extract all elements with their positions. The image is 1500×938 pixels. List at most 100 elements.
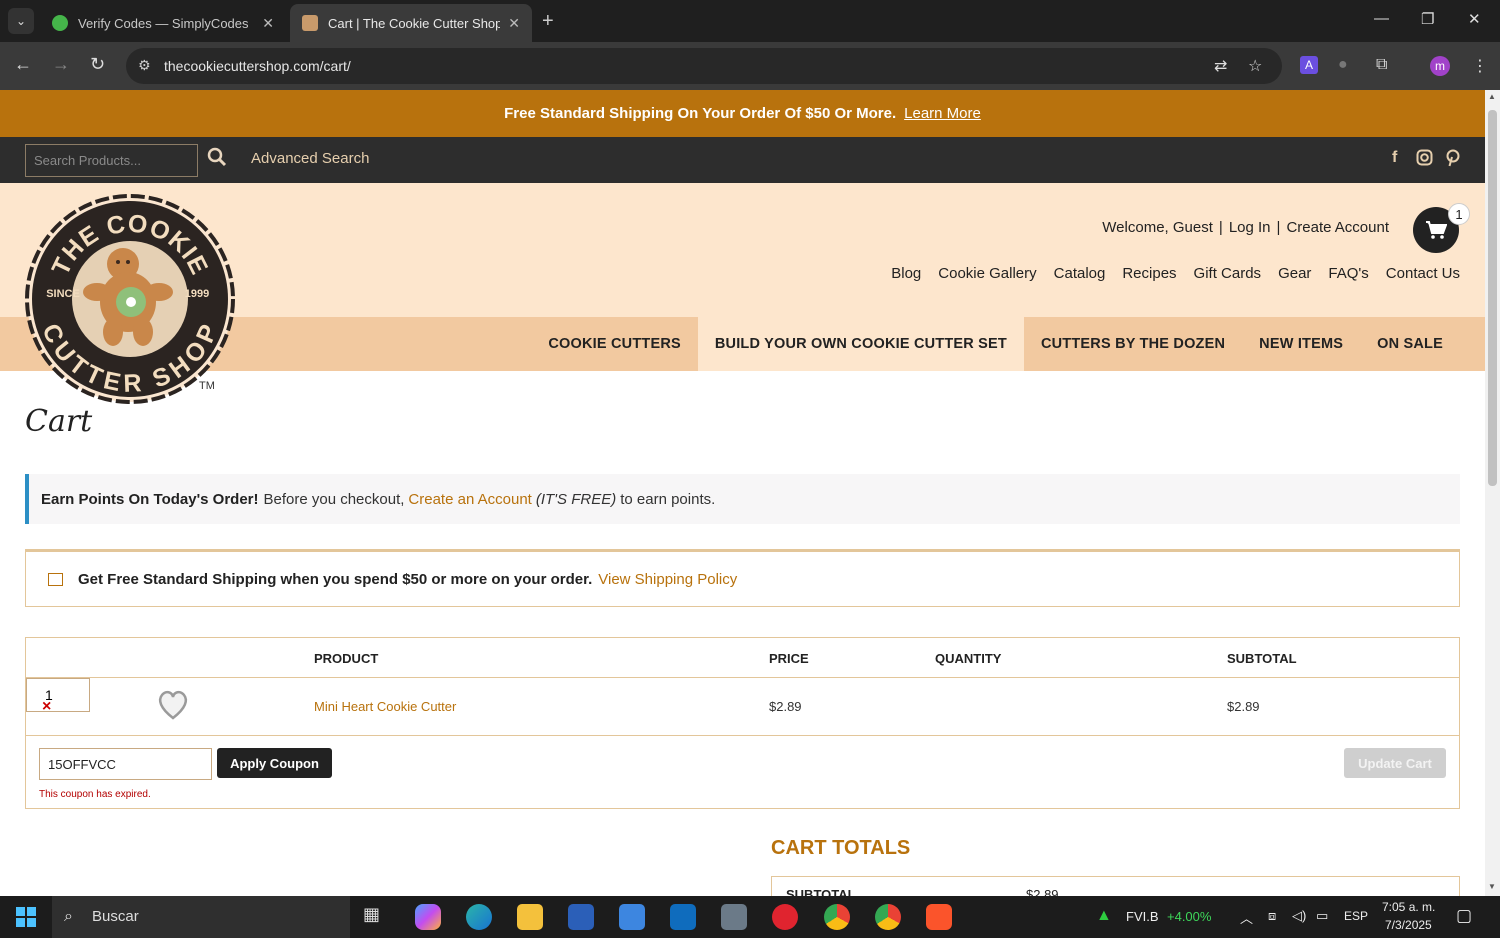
tray-chevron-icon[interactable]: ︿ [1240,908,1253,927]
learn-more-link[interactable]: Learn More [904,105,981,122]
nav-cookie-cutters[interactable]: COOKIE CUTTERS [531,317,698,371]
copilot-icon[interactable] [415,904,441,930]
nav-cookie-gallery[interactable]: Cookie Gallery [938,265,1036,282]
nav-on-sale[interactable]: ON SALE [1360,317,1460,371]
totals-subtotal-value: $2.89 [1026,887,1059,896]
header-subtotal: SUBTOTAL [1227,651,1297,666]
nav-recipes[interactable]: Recipes [1122,265,1176,282]
header-product: PRODUCT [314,651,379,666]
view-shipping-policy-link[interactable]: View Shipping Policy [598,571,737,588]
opera-icon[interactable] [772,904,798,930]
nav-gear[interactable]: Gear [1278,265,1311,282]
clock-time[interactable]: 7:05 a. m. [1382,900,1435,914]
minimize-icon[interactable]: — [1374,10,1389,27]
logo-year-text: 1999 [185,288,209,300]
chrome-profile-icon[interactable] [875,904,901,930]
extensions-puzzle-icon[interactable]: ⧉ [1376,56,1387,74]
product-thumbnail[interactable] [156,688,190,725]
volume-icon[interactable]: ◁) [1292,908,1306,924]
clock-date[interactable]: 7/3/2025 [1385,918,1432,932]
product-subtotal: $2.89 [1227,699,1260,714]
pinterest-icon[interactable] [1445,149,1461,172]
edge-icon[interactable] [466,904,492,930]
word-icon[interactable] [568,904,594,930]
tab-title: Cart | The Cookie Cutter Shop [328,15,501,31]
url-field[interactable]: ⚙ thecookiecuttershop.com/cart/ ⇄ ☆ [126,48,1282,84]
stock-trend-icon: ▲ [1096,907,1112,924]
update-cart-button[interactable]: Update Cart [1344,748,1446,778]
site-logo[interactable]: THE COOKIE CUTTER SHOP SINCE 1999 [25,194,235,404]
tab-search-dropdown[interactable]: ⌄ [8,8,34,34]
nav-contact-us[interactable]: Contact Us [1386,265,1460,282]
page-scrollbar[interactable]: ▲ ▼ [1485,90,1500,896]
close-tab-icon[interactable]: ✕ [262,15,274,32]
close-window-icon[interactable]: ✕ [1468,10,1481,28]
back-icon[interactable]: ← [14,54,32,75]
nav-blog[interactable]: Blog [891,265,921,282]
extension-icon[interactable]: ● [1338,56,1348,74]
tab-cart[interactable]: Cart | The Cookie Cutter Shop ✕ [290,4,532,42]
product-name-link[interactable]: Mini Heart Cookie Cutter [314,699,456,714]
url-text[interactable]: thecookiecuttershop.com/cart/ [164,58,351,74]
scroll-down-icon[interactable]: ▼ [1488,882,1496,891]
nav-build-your-own-set[interactable]: BUILD YOUR OWN COOKIE CUTTER SET [697,317,1024,371]
apply-coupon-button[interactable]: Apply Coupon [217,748,332,778]
cart-totals-title: CART TOTALS [771,837,911,859]
facebook-icon[interactable]: f [1392,149,1397,167]
quantity-input[interactable] [26,678,90,712]
forward-icon[interactable]: → [52,54,70,75]
table-row: × Mini Heart Cookie Cutter $2.89 $2.89 [26,678,1459,736]
windows-start-icon[interactable] [16,907,36,932]
profile-avatar[interactable]: m [1430,56,1450,76]
taskbar-search[interactable]: ⌕ Buscar [52,896,350,938]
search-input[interactable] [25,144,198,177]
advanced-search-link[interactable]: Advanced Search [251,150,369,167]
restore-icon[interactable]: ❐ [1421,10,1434,28]
chrome-profile-m-icon[interactable] [824,904,850,930]
scroll-thumb[interactable] [1488,110,1497,486]
coupon-code-input[interactable] [39,748,212,780]
display-icon[interactable]: ▭ [1316,908,1328,924]
brave-icon[interactable] [926,904,952,930]
create-account-link[interactable]: Create an Account [408,491,531,508]
bookmark-star-icon[interactable]: ☆ [1248,56,1262,76]
tab-verify-codes[interactable]: Verify Codes — SimplyCodes ✕ [40,4,286,42]
network-icon[interactable]: ⧈ [1268,908,1276,924]
remove-item-icon[interactable]: × [42,698,51,716]
stock-ticker[interactable]: FVI.B [1126,909,1159,924]
calculator-icon[interactable] [721,904,747,930]
points-text: Before you checkout, [263,490,405,508]
coupon-error-message: This coupon has expired. [39,789,151,800]
language-indicator[interactable]: ESP [1344,909,1368,923]
stock-change: +4.00% [1167,909,1212,924]
search-icon[interactable] [207,147,227,172]
cookie-shop-favicon-icon [302,15,318,31]
translate-icon[interactable]: ⇄ [1214,56,1227,76]
extension-a-icon[interactable]: A [1300,56,1318,74]
nav-gift-cards[interactable]: Gift Cards [1194,265,1262,282]
search-icon: ⌕ [64,908,73,925]
menu-kebab-icon[interactable]: ⋮ [1472,56,1488,76]
reload-icon[interactable]: ↻ [90,54,105,75]
address-bar: ← → ↻ ⚙ thecookiecuttershop.com/cart/ ⇄ … [0,42,1500,90]
store-icon[interactable] [619,904,645,930]
cart-icon [1426,221,1447,239]
scroll-up-icon[interactable]: ▲ [1488,92,1496,101]
nav-catalog[interactable]: Catalog [1054,265,1106,282]
points-text-end: to earn points. [620,490,716,508]
site-info-icon[interactable]: ⚙ [138,57,151,74]
points-free-text: (IT'S FREE) [535,490,617,508]
file-explorer-icon[interactable] [517,904,543,930]
outlook-icon[interactable] [670,904,696,930]
close-tab-icon[interactable]: ✕ [508,15,520,32]
instagram-icon[interactable] [1416,149,1433,171]
browser-tabbar: ⌄ Verify Codes — SimplyCodes ✕ Cart | Th… [0,0,1500,42]
task-view-icon[interactable]: ▦ [363,904,389,930]
login-link[interactable]: Log In [1229,219,1271,236]
new-tab-icon[interactable]: + [542,10,554,33]
notifications-icon[interactable]: ▢ [1456,906,1472,926]
nav-cutters-by-the-dozen[interactable]: CUTTERS BY THE DOZEN [1024,317,1242,371]
create-account-link[interactable]: Create Account [1286,219,1389,236]
nav-faqs[interactable]: FAQ's [1328,265,1368,282]
nav-new-items[interactable]: NEW ITEMS [1242,317,1360,371]
